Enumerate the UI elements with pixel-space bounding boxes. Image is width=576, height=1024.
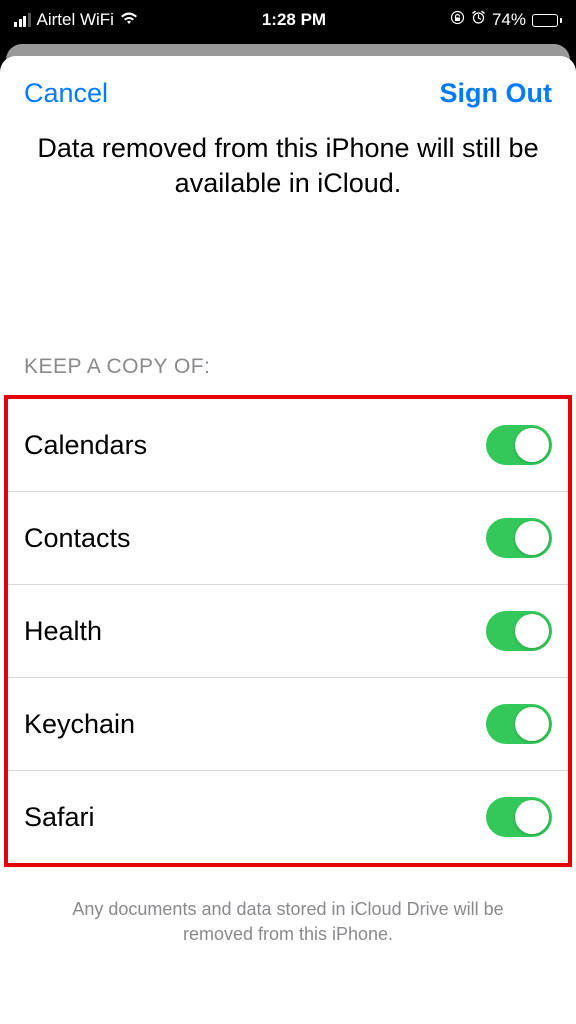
footer-text: Any documents and data stored in iCloud … — [0, 867, 576, 947]
sheet-header: Cancel Sign Out — [0, 56, 576, 123]
status-bar: Airtel WiFi 1:28 PM 74% — [0, 0, 576, 40]
alarm-icon — [471, 10, 486, 30]
battery-icon — [532, 14, 562, 27]
toggle-contacts[interactable] — [486, 518, 552, 558]
status-time: 1:28 PM — [262, 10, 326, 30]
keep-copy-list: Calendars Contacts Health Keychain Safar… — [4, 395, 572, 867]
battery-percent: 74% — [492, 10, 526, 30]
signout-button[interactable]: Sign Out — [440, 78, 552, 109]
status-left: Airtel WiFi — [14, 10, 138, 30]
signout-sheet: Cancel Sign Out Data removed from this i… — [0, 56, 576, 1024]
row-label: Safari — [24, 802, 95, 833]
signal-icon — [14, 13, 31, 27]
carrier-label: Airtel WiFi — [37, 10, 114, 30]
toggle-safari[interactable] — [486, 797, 552, 837]
list-item-safari: Safari — [8, 771, 568, 863]
status-right: 74% — [450, 10, 562, 30]
row-label: Health — [24, 616, 102, 647]
wifi-icon — [120, 11, 138, 30]
row-label: Calendars — [24, 430, 147, 461]
toggle-keychain[interactable] — [486, 704, 552, 744]
toggle-health[interactable] — [486, 611, 552, 651]
info-message: Data removed from this iPhone will still… — [0, 123, 576, 201]
toggle-calendars[interactable] — [486, 425, 552, 465]
list-item-keychain: Keychain — [8, 678, 568, 771]
orientation-lock-icon — [450, 10, 465, 30]
list-item-contacts: Contacts — [8, 492, 568, 585]
row-label: Keychain — [24, 709, 135, 740]
row-label: Contacts — [24, 523, 131, 554]
list-item-calendars: Calendars — [8, 399, 568, 492]
list-item-health: Health — [8, 585, 568, 678]
cancel-button[interactable]: Cancel — [24, 78, 108, 109]
section-header: KEEP A COPY OF: — [0, 355, 576, 395]
